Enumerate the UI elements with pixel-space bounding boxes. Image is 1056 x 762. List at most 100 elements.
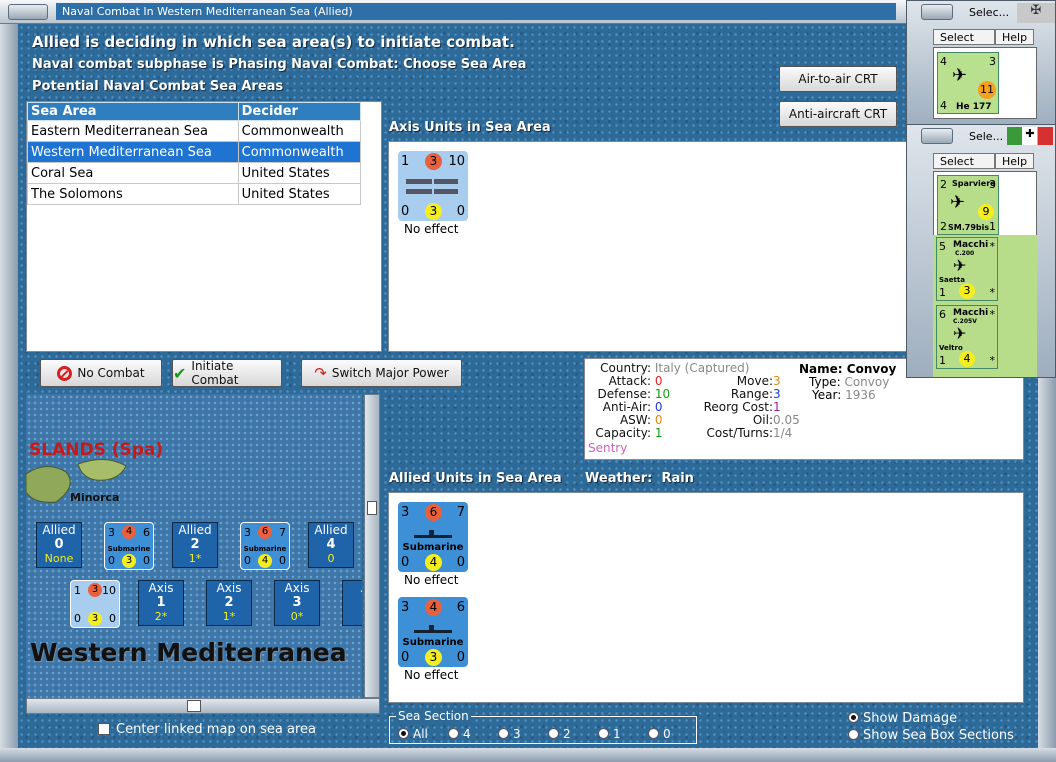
radio-4[interactable]: 4 [448, 727, 471, 741]
info-name: Convoy [846, 362, 897, 376]
popup-title: Selec... [969, 6, 1010, 19]
col-sea-area[interactable]: Sea Area [27, 102, 239, 121]
radio-0[interactable]: 0 [648, 727, 671, 741]
box-side: Allied [178, 523, 212, 537]
radio-dot[interactable] [848, 729, 859, 740]
no-combat-button[interactable]: No Combat [40, 359, 162, 387]
show-sections-label: Show Sea Box Sections [863, 728, 1014, 743]
counter-stat: 0 [401, 204, 410, 219]
show-sea-box-sections-option[interactable]: Show Sea Box Sections [848, 728, 1014, 743]
counter-stat: 1 [939, 354, 946, 367]
axis-sea-box[interactable]: Axis 2 1* [206, 580, 252, 626]
box-number: 2 [190, 537, 200, 552]
show-damage-option[interactable]: Show Damage [848, 711, 957, 726]
counter-defense: 4 [258, 554, 272, 568]
allied-sea-box[interactable]: Allied 4 0 [308, 522, 354, 568]
allied-sea-box[interactable]: Allied 2 1* [172, 522, 218, 568]
subphase-message: Naval combat subphase is Phasing Naval C… [32, 57, 527, 72]
radio-label: 2 [563, 727, 571, 741]
popup-title-bar[interactable]: Selec... ✠ [907, 1, 1055, 23]
cell-sea-area: The Solomons [27, 183, 239, 205]
col-decider[interactable]: Decider [237, 102, 362, 121]
anti-aircraft-crt-button[interactable]: Anti-aircraft CRT [779, 101, 897, 127]
counter-stat: 0 [401, 650, 410, 665]
counter-stat: * [989, 240, 996, 253]
counter-stat: 3 [244, 526, 251, 539]
center-linked-checkbox[interactable]: Center linked map on sea area [98, 722, 316, 737]
box-count: 0* [290, 610, 304, 623]
cell-decider: United States [237, 183, 362, 205]
popup-select-menu[interactable]: Select [933, 29, 995, 45]
window-menu-button[interactable] [8, 4, 48, 20]
radio-all[interactable]: All [398, 727, 428, 741]
he177-counter[interactable]: 4 3 ✈ 11 4 He 177 [937, 52, 999, 114]
popup-menu-button[interactable] [921, 4, 953, 20]
popup-title: Sele... [969, 130, 1004, 143]
popup-title-bar[interactable]: Sele... ✚ [907, 125, 1055, 147]
info-asw: 0 [654, 413, 663, 427]
table-row-selected[interactable]: Western Mediterranean Sea Commonwealth [27, 141, 362, 163]
checkbox-box[interactable] [98, 723, 110, 735]
air-to-air-crt-button[interactable]: Air-to-air CRT [779, 66, 897, 92]
sea-area-map[interactable]: SLANDS (Spa) Minorca Allied 0 None Allied 2… [26, 394, 362, 698]
allied-submarine-counter[interactable]: 3 6 7 Submarine 0 4 0 [398, 502, 468, 572]
axis-units-label: Axis Units in Sea Area [389, 120, 551, 135]
axis-sea-box[interactable]: Axis 1 2* [138, 580, 184, 626]
radio-2[interactable]: 2 [548, 727, 571, 741]
sea-area-table: Sea Area Decider Eastern Mediterranean S… [27, 102, 362, 205]
radio-dot[interactable] [498, 728, 509, 739]
info-range: 3 [773, 387, 781, 401]
counter-title: Macchi [953, 240, 989, 250]
radio-dot[interactable] [548, 728, 559, 739]
popup-help-menu[interactable]: Help [995, 153, 1035, 169]
info-year: 1936 [845, 388, 876, 402]
radio-dot[interactable] [398, 728, 409, 739]
german-flag-icon: ✠ [1017, 3, 1055, 23]
info-capacity: 1 [654, 426, 663, 440]
table-row[interactable]: The Solomons United States [27, 183, 362, 205]
popup-help-menu[interactable]: Help [995, 29, 1035, 45]
allied-submarine-counter[interactable]: 3 4 6 Submarine 0 3 0 [398, 597, 468, 667]
map-horizontal-scrollbar[interactable] [26, 698, 380, 714]
radio-dot[interactable] [848, 712, 859, 723]
map-vertical-scrollbar[interactable] [364, 394, 380, 698]
sm79bis-counter[interactable]: 2 Sparviero 3 ✈ 9 2 SM.79bis 1 [937, 175, 999, 235]
radio-3[interactable]: 3 [498, 727, 521, 741]
radio-dot[interactable] [648, 728, 659, 739]
allied-unit-status: No effect [404, 573, 459, 587]
popup-menu-button[interactable] [921, 128, 953, 144]
map-convoy-counter[interactable]: 1 3 10 0 3 0 [70, 580, 120, 628]
title-bar[interactable]: Naval Combat In Western Mediterranean Se… [0, 0, 910, 24]
radio-1[interactable]: 1 [598, 727, 621, 741]
radio-dot[interactable] [448, 728, 459, 739]
axis-sea-box[interactable]: A [342, 580, 362, 626]
axis-sea-box[interactable]: Axis 3 0* [274, 580, 320, 626]
map-submarine-counter[interactable]: 3 4 6 Submarine 0 3 0 [104, 522, 154, 570]
initiate-combat-button[interactable]: ✔ Initiate Combat [172, 359, 282, 387]
weather-label: Weather: Rain [585, 471, 694, 486]
macchi-c205v-counter[interactable]: 6 Macchi C.205V * ✈ Veltro 1 4 * [936, 305, 998, 369]
macchi-c200-counter[interactable]: 5 Macchi C.200 * ✈ Saetta 1 3 * [936, 237, 998, 301]
box-side: Axis [148, 581, 174, 595]
table-row[interactable]: Eastern Mediterranean Sea Commonwealth [27, 120, 362, 142]
scroll-thumb[interactable] [367, 501, 377, 515]
scroll-thumb[interactable] [187, 700, 201, 712]
counter-title: Macchi [953, 308, 989, 318]
italian-unit-select-popup[interactable]: Sele... ✚ Select Help 2 Sparviero 3 ✈ 9 … [906, 124, 1056, 378]
axis-convoy-counter[interactable]: 1 3 10 0 3 0 [398, 151, 468, 221]
fighter-plane-icon: ✈ [953, 324, 967, 343]
radio-dot[interactable] [598, 728, 609, 739]
popup-select-menu[interactable]: Select [933, 153, 995, 169]
counter-defense: 3 [88, 612, 102, 626]
allied-sea-box[interactable]: Allied 0 None [36, 522, 82, 568]
switch-major-power-button[interactable]: ↷ Switch Major Power [301, 359, 462, 387]
map-submarine-counter[interactable]: 3 6 7 Submarine 0 4 0 [240, 522, 290, 570]
table-row[interactable]: Coral Sea United States [27, 162, 362, 184]
popup-unit-list: 4 3 ✈ 11 4 He 177 [933, 47, 1037, 119]
info-move: 3 [773, 374, 781, 388]
center-linked-label: Center linked map on sea area [116, 722, 316, 737]
counter-stat: 3 [401, 505, 410, 520]
german-unit-select-popup[interactable]: Selec... ✠ Select Help 4 3 ✈ 11 4 He 177 [906, 0, 1056, 128]
status-message: Allied is deciding in which sea area(s) … [32, 33, 515, 51]
popup-unit-list-lower: 5 Macchi C.200 * ✈ Saetta 1 3 * 6 Macchi… [933, 235, 1037, 377]
